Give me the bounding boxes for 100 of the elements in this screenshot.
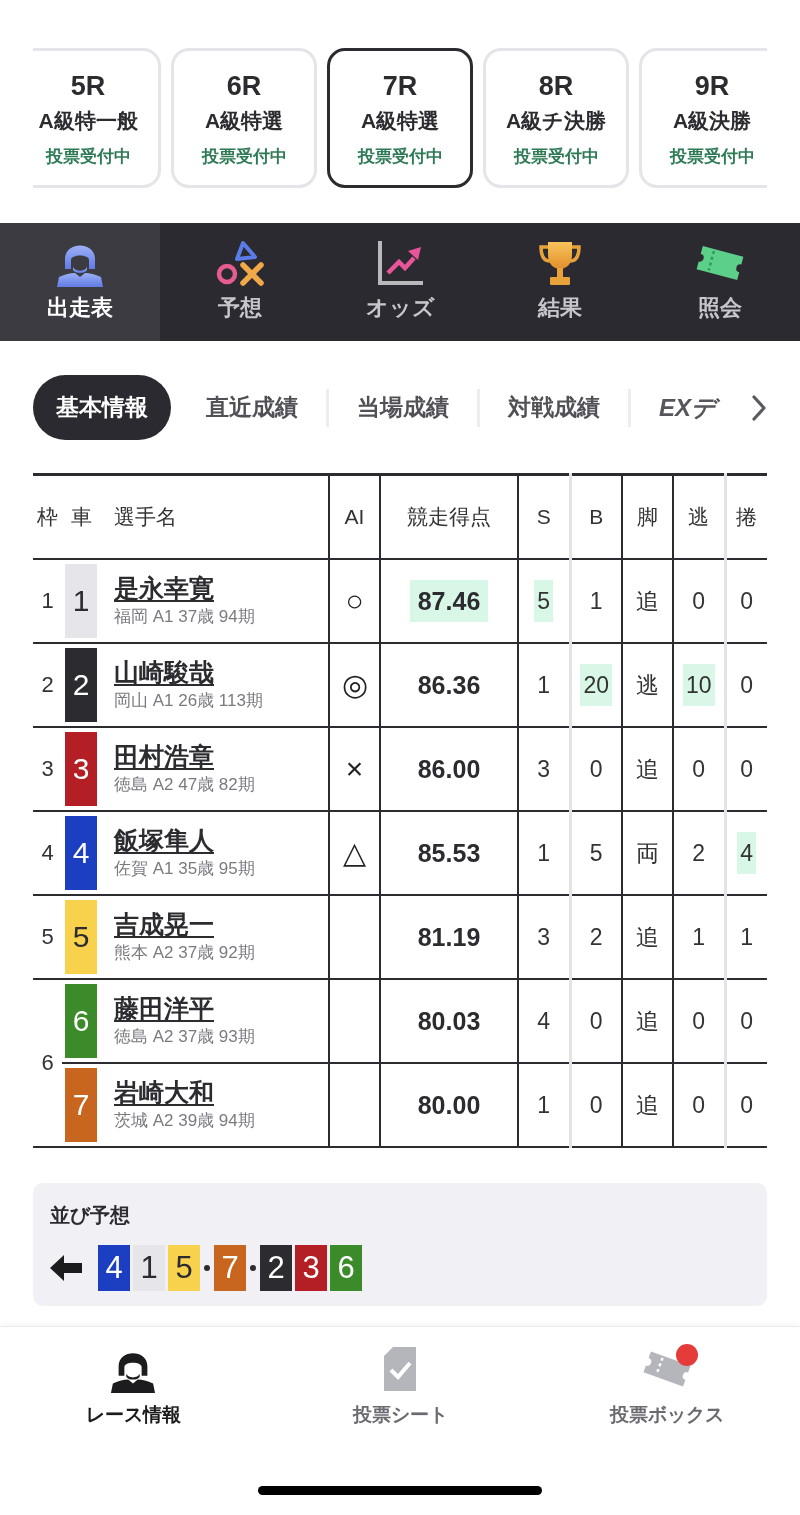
sub-tab[interactable]: 当場成績: [329, 375, 477, 440]
rider-profile: 福岡 A1 37歳 94期: [114, 607, 255, 626]
stat-value: 0: [739, 671, 755, 700]
rider-name[interactable]: 田村浩章: [114, 742, 214, 770]
stat-value: 1: [691, 923, 707, 952]
nav-tab[interactable]: 出走表: [0, 223, 160, 341]
rider-profile: 徳島 A2 47歳 82期: [114, 775, 255, 794]
stat-value: 1: [739, 923, 755, 952]
car-number: 1: [133, 1245, 165, 1291]
race-card[interactable]: 7R A級特選 投票受付中: [327, 48, 473, 188]
rider-name[interactable]: 吉成晃一: [114, 910, 214, 938]
frame-number: 4: [41, 840, 54, 865]
car-number: 2: [260, 1245, 292, 1291]
stat-value: 追: [635, 923, 660, 952]
car-number: 3: [65, 732, 97, 806]
line-chart-icon: [375, 239, 425, 287]
sub-tab[interactable]: EXデ: [631, 375, 722, 440]
rider-profile: 徳島 A2 37歳 93期: [114, 1027, 255, 1046]
column-header: B: [589, 505, 604, 528]
rider-name[interactable]: 是永幸寛: [114, 574, 214, 602]
race-card[interactable]: 5R A級特一般 投票受付中: [33, 48, 161, 188]
stat-value: 1: [588, 587, 604, 616]
car-number: 4: [65, 816, 97, 890]
nav-tab[interactable]: オッズ: [320, 223, 480, 341]
score-value: 87.46: [409, 580, 489, 622]
nav-tab[interactable]: 予想: [160, 223, 320, 341]
stat-value: 5: [588, 839, 604, 868]
stat-value: 4: [737, 832, 757, 874]
stat-value: 2: [588, 923, 604, 952]
race-number: 9R: [694, 70, 730, 103]
rider-name[interactable]: 飯塚隼人: [114, 826, 214, 854]
stat-value: 0: [739, 587, 755, 616]
car-number: 7: [65, 1068, 97, 1142]
race-card[interactable]: 6R A級特選 投票受付中: [171, 48, 317, 188]
ai-mark: ×: [345, 752, 364, 785]
race-status: 投票受付中: [513, 146, 599, 168]
race-status: 投票受付中: [45, 146, 131, 168]
arrow-left-icon: [50, 1254, 82, 1282]
column-header: 枠: [37, 505, 58, 528]
car-number: 6: [65, 984, 97, 1058]
column-header: AI: [344, 505, 365, 528]
column-header: S: [536, 505, 551, 528]
race-grade: A級決勝: [672, 108, 752, 134]
stat-value: 4: [536, 1007, 552, 1036]
score-value: 86.36: [416, 670, 482, 701]
stat-value: 0: [588, 755, 604, 784]
ai-mark: △: [343, 836, 366, 869]
column-header: 競走得点: [407, 505, 491, 528]
bottom-tab[interactable]: 投票ボックス: [533, 1345, 800, 1427]
stat-value: 1: [536, 671, 552, 700]
rider-name[interactable]: 岩崎大和: [114, 1078, 214, 1106]
chevron-right-icon[interactable]: [751, 394, 767, 421]
stat-value: 1: [536, 1091, 552, 1120]
stat-value: 3: [536, 755, 552, 784]
ai-mark: ◎: [341, 668, 368, 701]
race-card[interactable]: 8R A級チ決勝 投票受付中: [483, 48, 629, 188]
stat-value: 0: [691, 755, 707, 784]
stat-value: 追: [635, 587, 660, 616]
race-status: 投票受付中: [357, 146, 443, 168]
nav-tab[interactable]: 照会: [640, 223, 800, 341]
stat-value: 追: [635, 755, 660, 784]
rider-name[interactable]: 山崎駿哉: [114, 658, 214, 686]
sub-tab[interactable]: 対戦成績: [480, 375, 628, 440]
rider-profile: 佐賀 A1 35歳 95期: [114, 859, 255, 878]
nav-tab[interactable]: 結果: [480, 223, 640, 341]
bottom-tab[interactable]: 投票シート: [266, 1345, 534, 1427]
sub-tab[interactable]: 直近成績: [178, 375, 326, 440]
car-number: 7: [214, 1245, 246, 1291]
stat-value: 0: [739, 1091, 755, 1120]
frame-number: 5: [41, 924, 54, 949]
car-number: 6: [330, 1245, 362, 1291]
stat-value: 逃: [635, 671, 660, 700]
stat-value: 0: [691, 587, 707, 616]
column-header: 逃: [688, 505, 710, 528]
car-number: 4: [98, 1245, 130, 1291]
frame-number: 2: [41, 672, 54, 697]
stat-value: 0: [691, 1091, 707, 1120]
shapes-icon: [215, 239, 265, 287]
rider-profile: 岡山 A1 26歳 113期: [114, 691, 263, 710]
race-status: 投票受付中: [669, 146, 755, 168]
stat-value: 0: [739, 755, 755, 784]
stat-value: 5: [534, 580, 554, 622]
race-number: 5R: [70, 70, 106, 103]
stat-value: 0: [739, 1007, 755, 1036]
score-value: 80.03: [416, 1006, 482, 1037]
car-number: 5: [168, 1245, 200, 1291]
race-number: 6R: [226, 70, 262, 103]
stat-value: 10: [682, 664, 715, 706]
car-number: 1: [65, 564, 97, 638]
race-card[interactable]: 9R A級決勝 投票受付中: [639, 48, 767, 188]
bottom-tab[interactable]: レース情報: [0, 1345, 267, 1427]
car-number: 3: [295, 1245, 327, 1291]
stat-value: 2: [691, 839, 707, 868]
sub-tab[interactable]: 基本情報: [33, 375, 171, 440]
stat-value: 3: [536, 923, 552, 952]
rider-name[interactable]: 藤田洋平: [114, 994, 214, 1022]
stat-value: 0: [588, 1091, 604, 1120]
rider-profile: 熊本 A2 37歳 92期: [114, 943, 255, 962]
race-number: 8R: [538, 70, 574, 103]
frame-number: 3: [41, 756, 54, 781]
